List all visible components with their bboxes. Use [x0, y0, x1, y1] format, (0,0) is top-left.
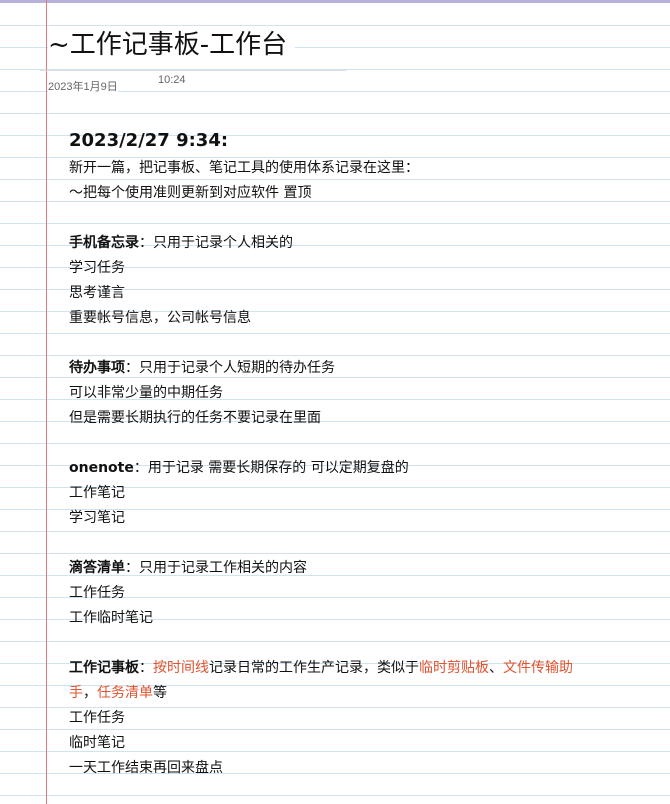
- section-colon: ：: [139, 660, 153, 676]
- section-desc: 记录日常的工作生产记录，类似于: [209, 660, 419, 676]
- section-title: 工作记事板: [69, 660, 139, 676]
- title-underline: [40, 70, 346, 71]
- section-workboard-cont: 手，任务清单等: [69, 681, 629, 706]
- highlight-text: 临时剪贴板: [419, 660, 489, 676]
- list-item: 可以非常少量的中期任务: [69, 385, 223, 401]
- list-item: 工作任务: [69, 585, 125, 601]
- list-item: 重要帐号信息，公司帐号信息: [69, 310, 251, 326]
- highlight-text: 手: [69, 685, 83, 701]
- section-desc: 等: [153, 685, 167, 701]
- section-desc: ：只用于记录个人相关的: [139, 235, 293, 251]
- note-heading: 2023/2/27 9:34:: [69, 130, 229, 151]
- list-item: 临时笔记: [69, 735, 125, 751]
- highlight-text: 文件传输助: [503, 660, 573, 676]
- margin-line: [46, 0, 47, 804]
- note-body[interactable]: 2023/2/27 9:34: 新开一篇，把记事板、笔记工具的使用体系记录在这里…: [69, 128, 629, 781]
- list-item: 工作笔记: [69, 485, 125, 501]
- separator: ，: [83, 685, 97, 701]
- list-item: 工作任务: [69, 710, 125, 726]
- section-title: 待办事项: [69, 360, 125, 376]
- section-phone-memo: 手机备忘录：只用于记录个人相关的: [69, 231, 629, 256]
- section-desc: ：只用于记录工作相关的内容: [125, 560, 307, 576]
- section-title: 滴答清单: [69, 560, 125, 576]
- page-date: 2023年1月9日: [48, 78, 118, 94]
- section-workboard: 工作记事板：按时间线记录日常的工作生产记录，类似于临时剪贴板、文件传输助: [69, 656, 629, 681]
- list-item: 学习笔记: [69, 510, 125, 526]
- page-title[interactable]: ~工作记事板-工作台: [48, 28, 296, 62]
- list-item: 一天工作结束再回来盘点: [69, 760, 223, 776]
- list-item: 思考谨言: [69, 285, 125, 301]
- highlight-text: 按时间线: [153, 660, 209, 676]
- separator: 、: [489, 660, 503, 676]
- section-title: 手机备忘录: [69, 235, 139, 251]
- highlight-text: 任务清单: [97, 685, 153, 701]
- list-item: 学习任务: [69, 260, 125, 276]
- page-time: 10:24: [158, 74, 186, 86]
- list-item: 工作临时笔记: [69, 610, 153, 626]
- section-ticktick: 滴答清单：只用于记录工作相关的内容: [69, 556, 629, 581]
- section-title: onenote: [69, 460, 134, 476]
- section-desc: ：只用于记录个人短期的待办任务: [125, 360, 335, 376]
- section-todo: 待办事项：只用于记录个人短期的待办任务: [69, 356, 629, 381]
- list-item: 但是需要长期执行的任务不要记录在里面: [69, 410, 321, 426]
- section-onenote: onenote：用于记录 需要长期保存的 可以定期复盘的: [69, 456, 629, 481]
- intro-line: 新开一篇，把记事板、笔记工具的使用体系记录在这里：: [69, 160, 419, 176]
- intro-line: ～把每个使用准则更新到对应软件 置顶: [69, 185, 312, 201]
- section-desc: ：用于记录 需要长期保存的 可以定期复盘的: [133, 460, 409, 476]
